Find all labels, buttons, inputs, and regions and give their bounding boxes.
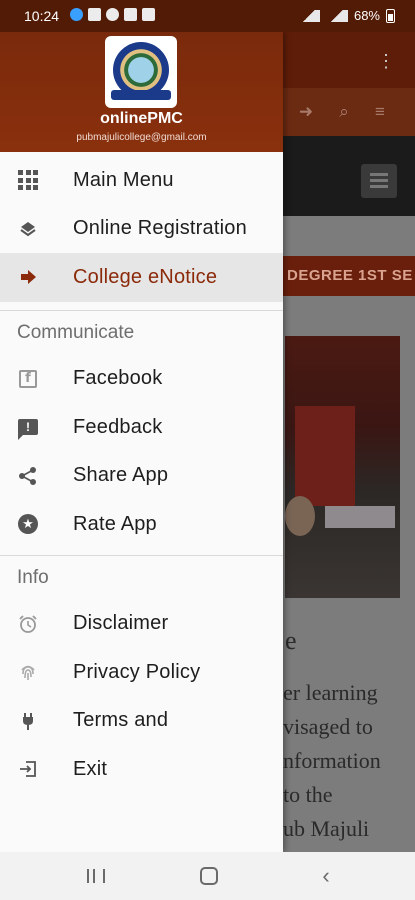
menu-item-share-app[interactable]: Share App: [0, 452, 283, 501]
menu-item-label: Privacy Policy: [73, 660, 201, 683]
college-logo: [105, 36, 177, 108]
system-nav-bar: ‹: [0, 852, 415, 900]
check-notification-icon: [88, 8, 101, 21]
navigation-drawer: onlinePMC pubmajulicollege@gmail.com Mai…: [0, 32, 283, 852]
facebook-icon: f: [17, 368, 39, 390]
menu-item-label: Main Menu: [73, 168, 174, 191]
menu-item-label: Online Registration: [73, 217, 247, 240]
status-bar: 10:24 68%: [0, 0, 415, 32]
drawer-header: onlinePMC pubmajulicollege@gmail.com: [0, 32, 283, 152]
menu-item-label: Share App: [73, 464, 169, 487]
college-photo: [285, 336, 400, 598]
menu-item-exit[interactable]: Exit: [0, 745, 283, 794]
menu-item-college-enotice[interactable]: College eNotice: [0, 253, 283, 302]
menu-item-label: Facebook: [73, 367, 163, 390]
menu-item-label: Exit: [73, 757, 108, 780]
notification-icons: [70, 8, 155, 21]
bg-text-line: visaged to: [283, 714, 373, 739]
menu-item-terms[interactable]: Terms and: [0, 697, 283, 746]
app-name: onlinePMC: [100, 110, 183, 127]
section-title-communicate: Communicate: [17, 321, 135, 343]
menu-item-feedback[interactable]: ! Feedback: [0, 403, 283, 452]
menu-item-label: Disclaimer: [73, 612, 169, 635]
menu-item-privacy-policy[interactable]: Privacy Policy: [0, 648, 283, 697]
app-notification-icon: [70, 8, 83, 21]
bg-text-line: nformation: [283, 748, 381, 773]
main-menu-list: Main Menu Online Registration College eN…: [0, 156, 283, 302]
menu-item-online-registration[interactable]: Online Registration: [0, 205, 283, 254]
communicate-list: f Facebook ! Feedback Share App ★ Rate A…: [0, 355, 283, 549]
clock: 10:24: [24, 8, 60, 24]
battery-level: 68%: [353, 8, 380, 23]
message-notification-icon: [142, 8, 155, 21]
recents-button[interactable]: [82, 866, 106, 886]
back-button[interactable]: ‹: [314, 865, 338, 887]
fingerprint-icon: [17, 661, 39, 683]
battery-icon: [386, 8, 395, 23]
menu-item-main-menu[interactable]: Main Menu: [0, 156, 283, 205]
bg-text-line: to the: [283, 782, 333, 807]
info-list: Disclaimer Privacy Policy Terms and Exit: [0, 600, 283, 794]
menu-item-facebook[interactable]: f Facebook: [0, 355, 283, 404]
alarm-icon: [17, 613, 39, 635]
menu-item-disclaimer[interactable]: Disclaimer: [0, 600, 283, 649]
notice-ticker[interactable]: DEGREE 1ST SE: [283, 256, 415, 296]
star-icon: ★: [17, 513, 39, 535]
bg-heading: e: [285, 626, 297, 655]
share-icon: [17, 465, 39, 487]
section-title-info: Info: [17, 566, 49, 588]
feedback-icon: !: [17, 416, 39, 441]
menu-item-rate-app[interactable]: ★ Rate App: [0, 500, 283, 549]
contact-email: pubmajulicollege@gmail.com: [76, 132, 207, 143]
bg-text-line: er learning: [283, 680, 378, 705]
menu-item-label: College eNotice: [73, 265, 218, 288]
menu-item-label: Terms and: [73, 709, 169, 732]
plug-icon: [17, 710, 39, 732]
signal-icon: [297, 9, 320, 22]
whatsapp-icon: [106, 8, 119, 21]
more-options-icon[interactable]: ⋮: [377, 52, 395, 70]
menu-icon[interactable]: ≡: [370, 102, 390, 122]
layers-icon: [17, 218, 39, 240]
signal-icon: [325, 9, 348, 22]
menu-item-label: Rate App: [73, 512, 157, 535]
grid-icon: [17, 169, 39, 191]
image-notification-icon: [124, 8, 137, 21]
login-icon[interactable]: ➜: [296, 102, 316, 122]
home-button[interactable]: [197, 866, 221, 886]
bg-text-line: ub Majuli: [283, 816, 370, 841]
system-icons: 68%: [297, 8, 395, 23]
hamburger-button[interactable]: [361, 164, 397, 198]
search-icon[interactable]: ⌕: [334, 102, 354, 122]
exit-icon: [17, 758, 39, 780]
arrow-right-icon: [17, 266, 39, 288]
menu-item-label: Feedback: [73, 415, 163, 438]
